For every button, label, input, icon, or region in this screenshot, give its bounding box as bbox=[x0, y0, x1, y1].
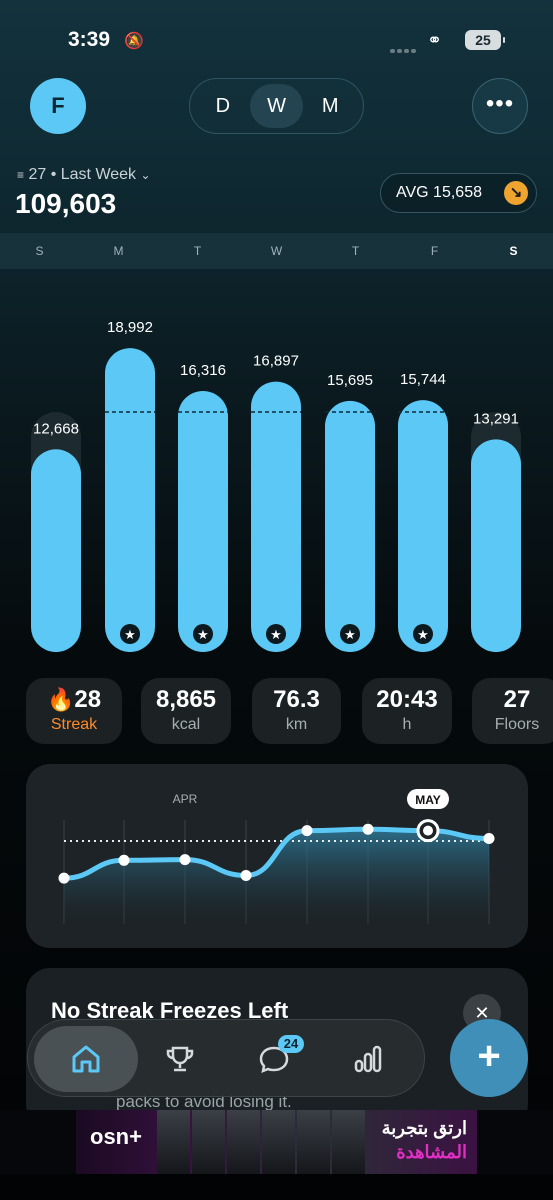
distance-card[interactable]: 76.3 km bbox=[252, 678, 341, 744]
duration-label: h bbox=[402, 716, 412, 733]
data-point bbox=[301, 825, 313, 837]
bar bbox=[105, 348, 155, 652]
battery-indicator: 25 bbox=[465, 30, 505, 50]
bottom-tab-bar[interactable]: 24 bbox=[27, 1019, 425, 1097]
duration-value: 20:43 bbox=[376, 686, 438, 713]
stats-row[interactable]: 🔥28 Streak 8,865 kcal 76.3 km 20:43 h 27… bbox=[0, 678, 553, 744]
link-icon: ⚭ bbox=[427, 30, 443, 50]
day-label: S bbox=[35, 244, 44, 258]
bar-value-label: 12,668 bbox=[33, 420, 79, 437]
status-time: 3:39 bbox=[68, 28, 111, 51]
bar bbox=[325, 400, 375, 652]
distance-value: 76.3 bbox=[273, 686, 320, 713]
data-point bbox=[483, 833, 495, 845]
chat-badge: 24 bbox=[278, 1035, 304, 1053]
floors-card[interactable]: 27 Floors bbox=[472, 678, 553, 744]
ad-line-1: ارتق بتجربة bbox=[381, 1118, 467, 1138]
bar bbox=[251, 381, 301, 652]
trend-down-icon: ↘ bbox=[504, 181, 528, 205]
bar bbox=[398, 400, 448, 652]
trend-line-chart: APR MAY bbox=[58, 789, 495, 924]
tab-awards[interactable] bbox=[128, 1026, 232, 1092]
segment-day[interactable]: D bbox=[196, 84, 250, 128]
day-label: F bbox=[430, 244, 439, 258]
week-label: 27 • Last Week bbox=[28, 166, 137, 183]
calories-label: kcal bbox=[171, 716, 201, 733]
data-point bbox=[58, 872, 70, 884]
streak-card[interactable]: 🔥28 Streak bbox=[26, 678, 122, 744]
data-point bbox=[362, 823, 374, 835]
duration-card[interactable]: 20:43 h bbox=[362, 678, 452, 744]
month-label-apr: APR bbox=[173, 792, 198, 806]
add-button[interactable]: + bbox=[450, 1019, 528, 1097]
ad-creative[interactable]: osn+ ارتق بتجربة المشاهدة bbox=[76, 1110, 477, 1174]
profile-avatar[interactable]: F bbox=[30, 78, 86, 134]
star-icon: ★ bbox=[270, 627, 282, 642]
more-button[interactable]: ••• bbox=[472, 78, 528, 134]
day-header: S M T W T F S bbox=[0, 233, 553, 269]
ad-posters bbox=[156, 1110, 366, 1174]
streak-value: 28 bbox=[74, 686, 102, 713]
star-icon: ★ bbox=[197, 627, 209, 642]
distance-label: km bbox=[285, 716, 308, 733]
data-point bbox=[179, 854, 191, 866]
status-bar: 3:39 🔕 ⚭ 25 bbox=[0, 0, 553, 80]
steps-icon: ≡ bbox=[17, 168, 25, 182]
month-label-may: MAY bbox=[415, 793, 441, 807]
ad-headline: ارتق بتجربة المشاهدة bbox=[382, 1116, 467, 1164]
monthly-trend-card[interactable]: APR MAY bbox=[26, 764, 528, 948]
signal-icon bbox=[390, 40, 420, 53]
star-icon: ★ bbox=[417, 627, 429, 642]
bar-value-label: 16,316 bbox=[180, 362, 226, 379]
day-label-today: S bbox=[509, 244, 518, 258]
day-label: T bbox=[351, 244, 360, 258]
trend-area bbox=[64, 829, 489, 924]
ad-line-2: المشاهدة bbox=[396, 1142, 467, 1162]
home-icon bbox=[72, 1045, 100, 1073]
bar-value-label: 16,897 bbox=[253, 353, 299, 370]
bar-value-label: 13,291 bbox=[473, 410, 519, 427]
chevron-down-icon: ⌄ bbox=[140, 168, 151, 182]
weekly-total: 109,603 bbox=[15, 188, 117, 219]
streak-label: Streak bbox=[50, 716, 98, 733]
floors-label: Floors bbox=[494, 716, 540, 733]
ellipsis-icon: ••• bbox=[485, 90, 515, 117]
period-segmented-control[interactable]: D W M bbox=[189, 78, 364, 134]
segment-month[interactable]: M bbox=[303, 84, 357, 128]
steps-bar-chart: 12,668 ★ 18,992 ★ 16,316 ★ 16,897 ★ 15,695 ★ 15,74… bbox=[31, 319, 521, 652]
selected-point-dot bbox=[423, 825, 433, 836]
day-label: T bbox=[193, 244, 202, 258]
average-label: AVG 15,658 bbox=[396, 184, 482, 201]
bar-chart-icon bbox=[354, 1045, 382, 1073]
bar bbox=[471, 439, 521, 652]
bar-value-label: 18,992 bbox=[107, 319, 153, 336]
calories-card[interactable]: 8,865 kcal bbox=[141, 678, 231, 744]
tab-stats[interactable] bbox=[316, 1026, 420, 1092]
bar-value-label: 15,744 bbox=[400, 371, 446, 388]
day-label: W bbox=[270, 244, 283, 258]
flame-icon: 🔥 bbox=[46, 687, 75, 712]
tab-home[interactable] bbox=[34, 1026, 138, 1092]
bar bbox=[31, 449, 81, 652]
data-point bbox=[240, 869, 252, 881]
floors-value: 27 bbox=[503, 686, 531, 713]
star-icon: ★ bbox=[344, 627, 356, 642]
average-pill[interactable]: AVG 15,658 ↘ bbox=[380, 173, 537, 213]
day-label: M bbox=[113, 244, 124, 258]
bell-muted-icon: 🔕 bbox=[124, 33, 144, 50]
week-selector[interactable]: ≡ 27 • Last Week ⌄ bbox=[17, 166, 151, 184]
ad-brand-logo: osn+ bbox=[90, 1124, 142, 1149]
bar-value-label: 15,695 bbox=[327, 372, 373, 389]
tab-chat[interactable]: 24 bbox=[222, 1026, 326, 1092]
data-point bbox=[118, 854, 130, 866]
bar bbox=[178, 390, 228, 652]
ad-banner[interactable]: osn+ ارتق بتجربة المشاهدة bbox=[0, 1110, 553, 1174]
calories-value: 8,865 bbox=[155, 686, 217, 713]
segment-week[interactable]: W bbox=[249, 84, 304, 128]
trophy-icon bbox=[166, 1046, 194, 1072]
star-icon: ★ bbox=[124, 627, 136, 642]
